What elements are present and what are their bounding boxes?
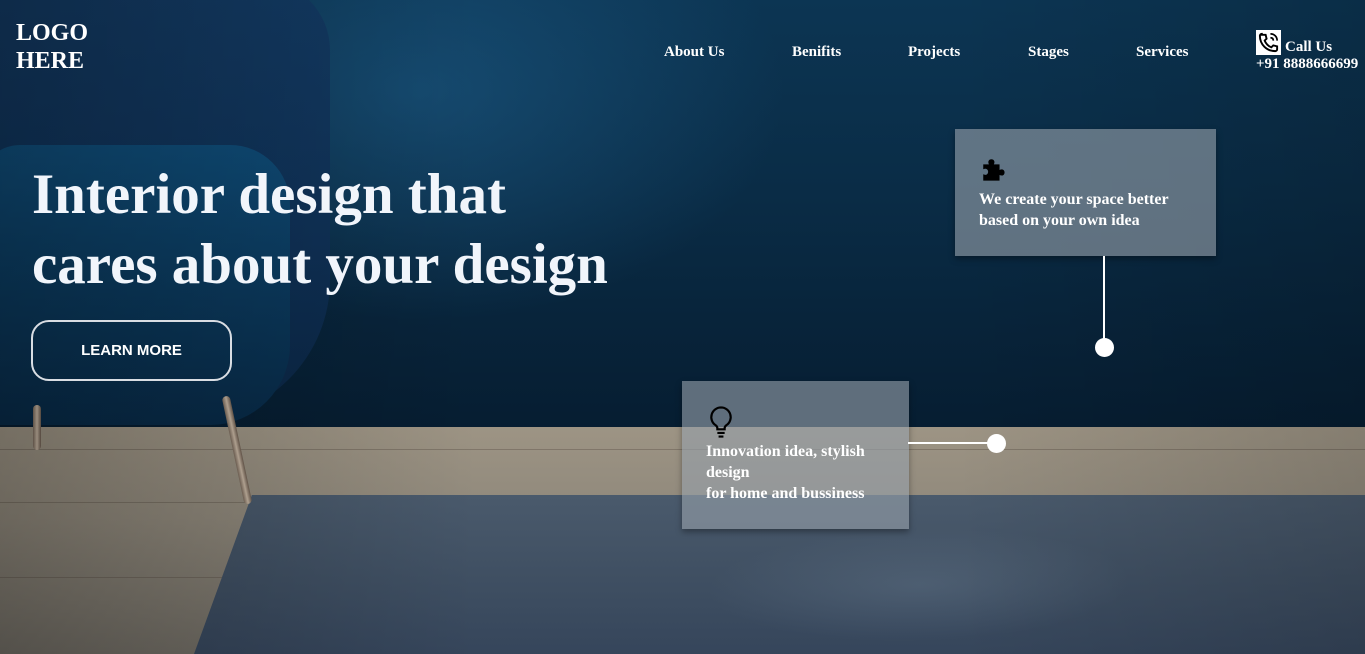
- hotspot-dot[interactable]: [1095, 338, 1114, 357]
- card-text: design: [706, 464, 750, 481]
- hero-title: Interior design that cares about your de…: [32, 160, 608, 300]
- card-text: based on your own idea: [979, 212, 1140, 229]
- hero-title-line: Interior design that: [32, 163, 506, 226]
- nav-benefits[interactable]: Benifits: [792, 44, 841, 61]
- site-logo[interactable]: LOGO HERE: [16, 19, 88, 75]
- lightbulb-icon: [706, 405, 885, 439]
- connector-line: [908, 442, 990, 444]
- call-us[interactable]: Call Us +91 8888666699: [1256, 30, 1358, 73]
- phone-icon: [1256, 30, 1281, 55]
- card-text: We create your space better: [979, 191, 1169, 208]
- puzzle-icon: [979, 153, 1192, 187]
- connector-line: [1103, 256, 1105, 344]
- card-text: Innovation idea, stylish: [706, 443, 865, 460]
- nav-projects[interactable]: Projects: [908, 44, 960, 61]
- feature-card-space: We create your space better based on you…: [955, 129, 1216, 256]
- hotspot-dot[interactable]: [987, 434, 1006, 453]
- logo-line: LOGO: [16, 20, 89, 46]
- nav-services[interactable]: Services: [1136, 44, 1188, 61]
- nav-about-us[interactable]: About Us: [664, 44, 724, 61]
- nav-stages[interactable]: Stages: [1028, 44, 1069, 61]
- feature-card-innovation: Innovation idea, stylish design for home…: [682, 381, 909, 529]
- call-label: Call Us: [1285, 39, 1333, 55]
- logo-line: HERE: [16, 48, 85, 74]
- learn-more-button[interactable]: LEARN MORE: [31, 320, 232, 381]
- call-number: +91 8888666699: [1256, 56, 1359, 72]
- hero-title-line: cares about your design: [32, 233, 608, 296]
- card-text: for home and bussiness: [706, 485, 865, 502]
